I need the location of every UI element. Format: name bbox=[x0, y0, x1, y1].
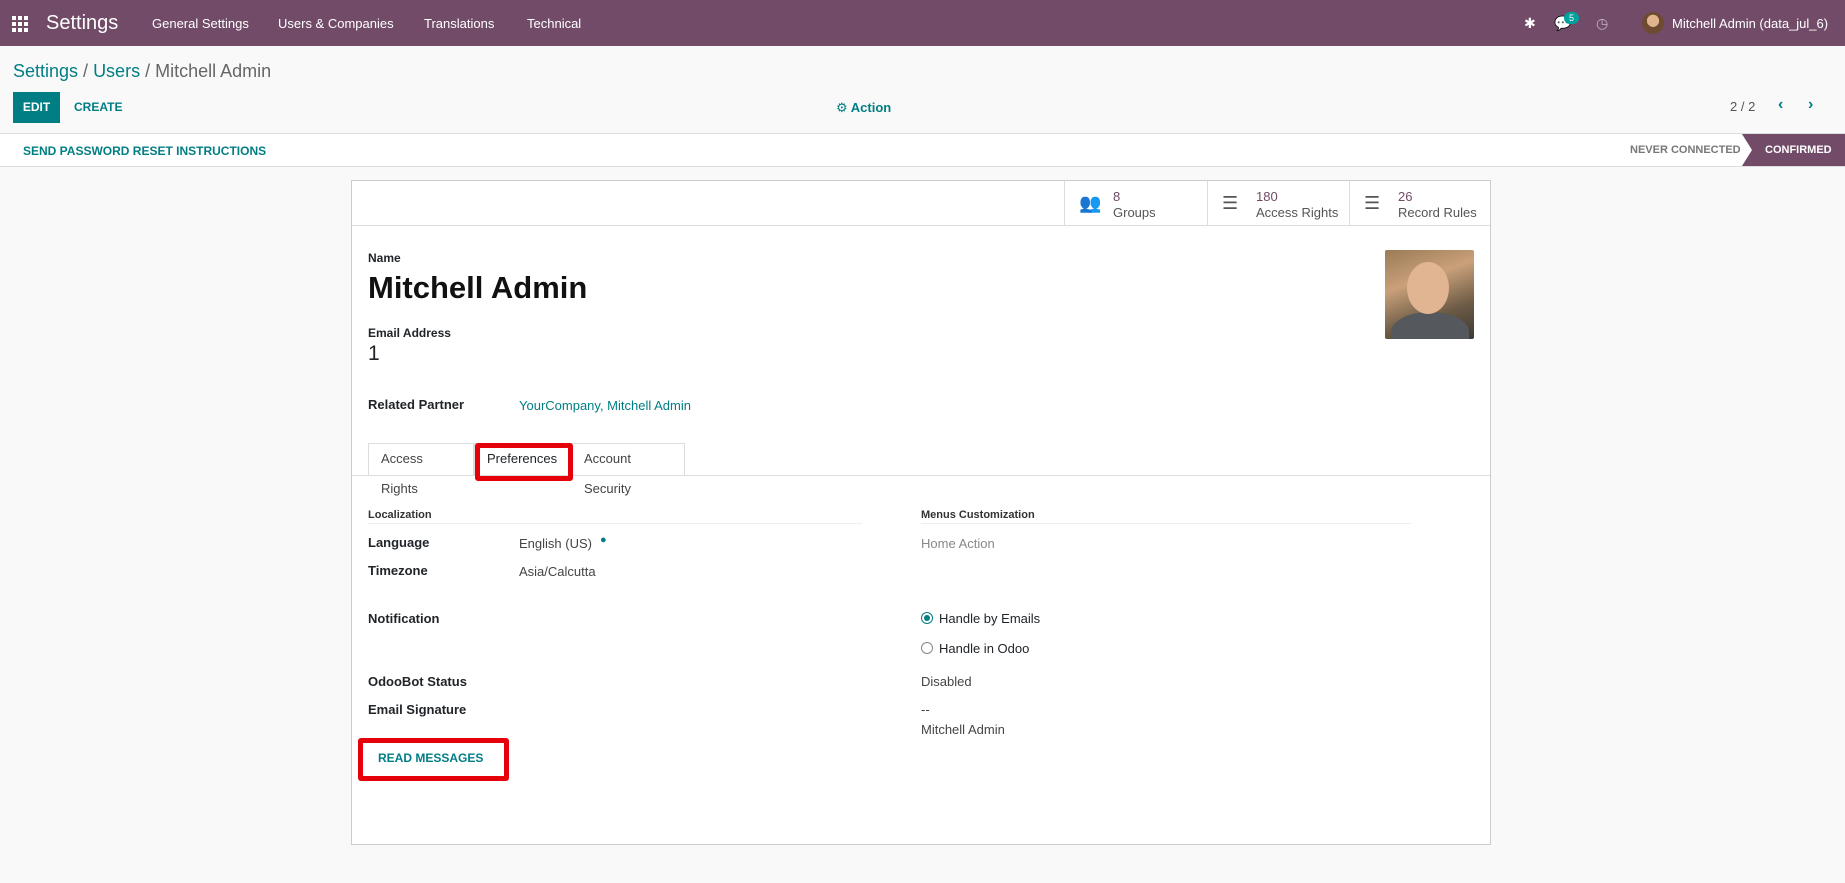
menus-customization-section-title: Menus Customization bbox=[921, 509, 1035, 521]
timezone-label: Timezone bbox=[368, 563, 428, 578]
smart-button-label: Groups bbox=[1113, 205, 1156, 220]
smart-button-value: 180 bbox=[1256, 189, 1278, 204]
name-label: Name bbox=[368, 251, 401, 265]
smart-button-value: 26 bbox=[1398, 189, 1413, 204]
odoobot-status-value: Disabled bbox=[921, 674, 972, 689]
create-button[interactable]: CREATE bbox=[74, 92, 122, 123]
language-label: Language bbox=[368, 535, 430, 550]
send-password-reset-button[interactable]: SEND PASSWORD RESET INSTRUCTIONS bbox=[23, 144, 266, 158]
menu-general-settings[interactable]: General Settings bbox=[152, 16, 249, 31]
highlight-box bbox=[475, 443, 573, 481]
divider bbox=[921, 523, 1411, 524]
activity-clock-icon[interactable]: ◷ bbox=[1596, 15, 1608, 32]
email-value: 1 bbox=[368, 342, 380, 365]
form-sheet: 👥 8 Groups ☰ 180 Access Rights ☰ 26 Reco… bbox=[351, 180, 1491, 845]
localization-section-title: Localization bbox=[368, 509, 432, 521]
radio-label-emails[interactable]: Handle by Emails bbox=[939, 611, 1040, 626]
divider bbox=[352, 225, 1490, 226]
breadcrumb-current: Mitchell Admin bbox=[155, 61, 272, 81]
apps-menu-icon[interactable] bbox=[12, 16, 29, 32]
breadcrumb: Settings / Users / Mitchell Admin bbox=[13, 61, 271, 82]
chat-badge: 5 bbox=[1564, 12, 1580, 24]
language-value[interactable]: English (US) bbox=[519, 536, 592, 551]
bug-icon[interactable]: ✱ bbox=[1524, 15, 1536, 32]
menu-translations[interactable]: Translations bbox=[424, 16, 494, 31]
avatar[interactable] bbox=[1642, 12, 1664, 34]
list-icon: ☰ bbox=[1222, 193, 1239, 213]
signature-line[interactable]: -- bbox=[921, 702, 930, 717]
related-partner-label: Related Partner bbox=[368, 397, 465, 412]
user-name: Mitchell Admin bbox=[368, 270, 588, 305]
pager-next-icon[interactable]: › bbox=[1808, 96, 1813, 114]
record-rules-smart-button[interactable]: ☰ 26 Record Rules bbox=[1349, 181, 1491, 225]
users-icon: 👥 bbox=[1079, 193, 1102, 213]
top-navbar: Settings General Settings Users & Compan… bbox=[0, 0, 1845, 46]
breadcrumb-separator: / bbox=[78, 61, 94, 81]
pager-value[interactable]: 2 / 2 bbox=[1730, 99, 1755, 114]
smart-button-label: Access Rights bbox=[1256, 205, 1339, 220]
breadcrumb-users[interactable]: Users bbox=[93, 61, 140, 81]
edit-button[interactable]: EDIT bbox=[13, 92, 60, 123]
radio-handle-in-odoo[interactable] bbox=[921, 642, 933, 654]
stage-never-connected[interactable]: NEVER CONNECTED bbox=[1630, 144, 1741, 156]
tab-access-rights[interactable]: Access Rights bbox=[368, 443, 474, 496]
divider bbox=[368, 523, 862, 524]
email-label: Email Address bbox=[368, 326, 451, 340]
app-title[interactable]: Settings bbox=[46, 12, 118, 35]
tab-account-security[interactable]: Account Security bbox=[571, 443, 685, 496]
timezone-value[interactable]: Asia/Calcutta bbox=[519, 564, 596, 579]
highlight-box bbox=[358, 738, 509, 781]
pager-previous-icon[interactable]: ‹ bbox=[1778, 96, 1783, 114]
related-partner-link[interactable]: YourCompany, Mitchell Admin bbox=[519, 398, 691, 413]
odoobot-status-label: OdooBot Status bbox=[368, 674, 467, 689]
list-icon: ☰ bbox=[1364, 193, 1381, 213]
breadcrumb-separator: / bbox=[140, 61, 156, 81]
stage-confirmed[interactable]: CONFIRMED bbox=[1742, 134, 1845, 166]
home-action-field[interactable]: Home Action bbox=[921, 536, 995, 551]
breadcrumb-settings[interactable]: Settings bbox=[13, 61, 78, 81]
smart-button-value: 8 bbox=[1113, 189, 1121, 204]
globe-icon[interactable]: ● bbox=[600, 534, 607, 546]
groups-smart-button[interactable]: 👥 8 Groups bbox=[1064, 181, 1206, 225]
email-signature-label: Email Signature bbox=[368, 702, 467, 717]
radio-handle-by-emails[interactable] bbox=[921, 612, 933, 624]
user-photo[interactable] bbox=[1385, 250, 1474, 339]
action-menu-button[interactable]: ⚙ Action bbox=[836, 100, 891, 116]
smart-button-label: Record Rules bbox=[1398, 205, 1477, 220]
notification-label: Notification bbox=[368, 611, 440, 626]
status-bar: SEND PASSWORD RESET INSTRUCTIONS NEVER C… bbox=[0, 133, 1845, 167]
radio-label-odoo[interactable]: Handle in Odoo bbox=[939, 641, 1029, 656]
user-menu[interactable]: Mitchell Admin (data_jul_6) bbox=[1672, 16, 1828, 31]
menu-users-companies[interactable]: Users & Companies bbox=[278, 16, 394, 31]
menu-technical[interactable]: Technical bbox=[527, 16, 581, 31]
access-rights-smart-button[interactable]: ☰ 180 Access Rights bbox=[1207, 181, 1349, 225]
signature-line[interactable]: Mitchell Admin bbox=[921, 722, 1005, 737]
